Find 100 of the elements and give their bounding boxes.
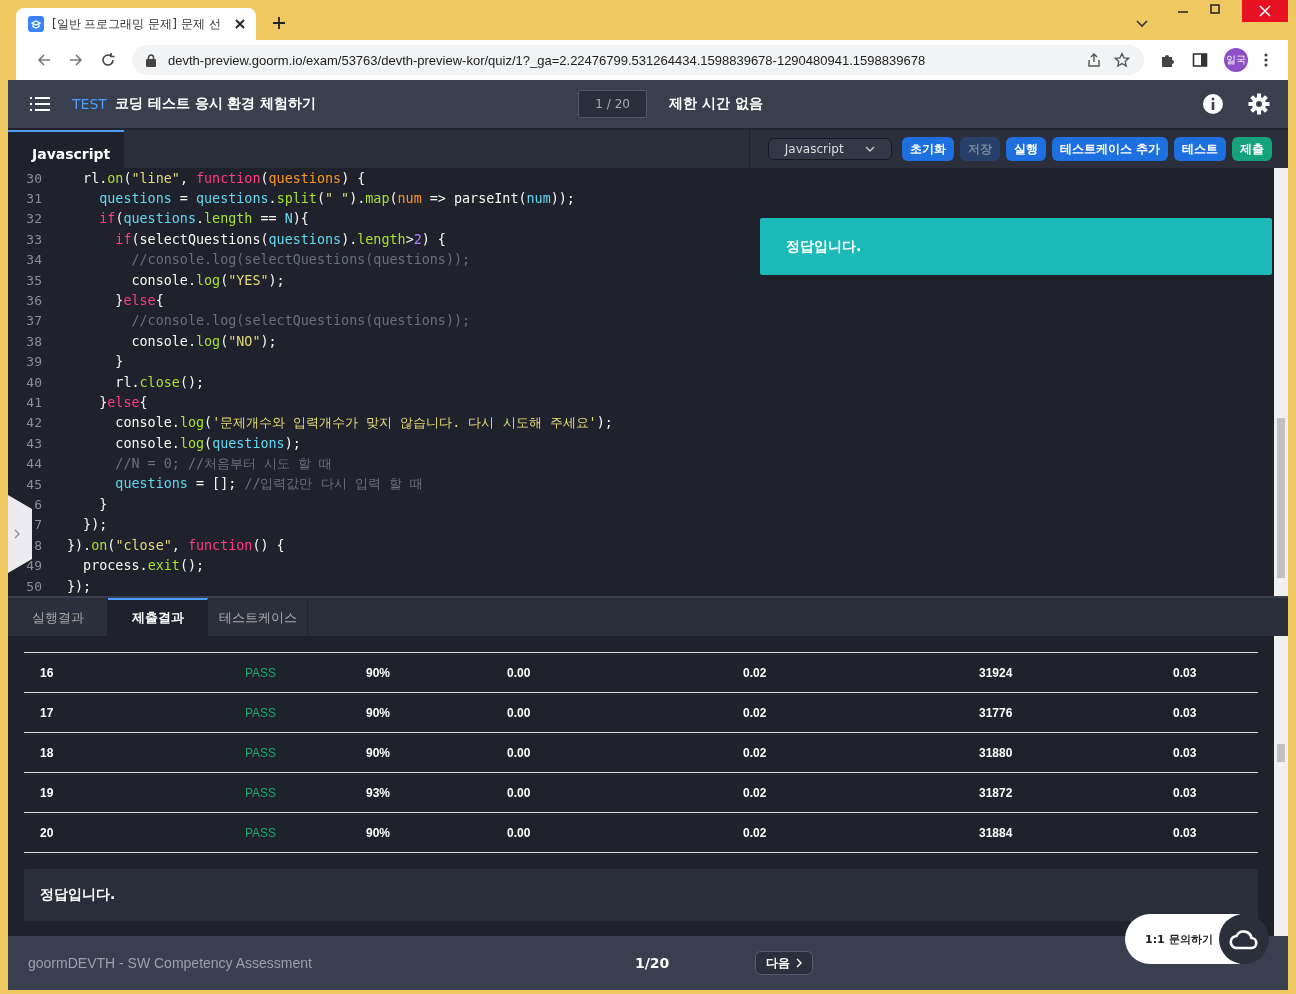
line-number: 50 bbox=[25, 578, 42, 594]
info-icon[interactable] bbox=[1202, 93, 1224, 115]
code-line: console.log("YES"); bbox=[130, 272, 285, 288]
chevron-down-icon[interactable] bbox=[1136, 20, 1148, 28]
code-line: }else{ bbox=[114, 293, 164, 309]
table-cell-text: 31880 bbox=[979, 745, 1014, 760]
code-line: //console.log(selectQuestions(questions)); bbox=[130, 252, 471, 268]
forward-icon[interactable] bbox=[68, 52, 84, 68]
table-cell-text: 93% bbox=[366, 785, 392, 800]
toolbar-button[interactable]: 제출 bbox=[1232, 137, 1272, 161]
menu-icon[interactable] bbox=[30, 96, 50, 112]
table-cell-text: 31884 bbox=[979, 825, 1014, 840]
favicon-icon bbox=[28, 16, 44, 32]
new-tab-icon[interactable] bbox=[272, 16, 286, 30]
table-cell-text: 90% bbox=[366, 665, 392, 680]
code-line: console.log("NO"); bbox=[130, 333, 277, 349]
code-line: rl.on("line", function(questions) { bbox=[82, 170, 366, 186]
next-button[interactable]: 다음 bbox=[755, 951, 813, 975]
table-cell-text: PASS bbox=[245, 745, 278, 760]
table-cell-text: PASS bbox=[245, 825, 278, 840]
table-cell-text: 0.02 bbox=[743, 745, 768, 760]
table-cell-text: 17 bbox=[40, 705, 55, 720]
table-cell-text: 0.03 bbox=[1173, 705, 1198, 720]
code-line: console.log(questions); bbox=[114, 435, 301, 451]
code-line: questions = []; //입력값만 다시 입력 할 때 bbox=[114, 475, 423, 494]
page-indicator: 1/20 bbox=[635, 955, 671, 971]
result-message: 정답입니다. bbox=[24, 869, 1258, 921]
code-line: if(questions.length == N){ bbox=[98, 211, 309, 227]
settings-icon[interactable] bbox=[1248, 93, 1270, 115]
line-number: 34 bbox=[25, 252, 42, 268]
code-line: }).on("close", function() { bbox=[67, 537, 285, 553]
line-number: 31 bbox=[25, 191, 42, 207]
back-icon[interactable] bbox=[36, 52, 52, 68]
toolbar-button[interactable]: 초기화 bbox=[901, 137, 954, 161]
table-cell-text: 0.02 bbox=[743, 785, 768, 800]
table-cell-text: 31776 bbox=[979, 705, 1014, 720]
table-cell-text: 18 bbox=[40, 745, 55, 760]
tab-title: [일반 프로그래밍 문제] 문제 선 bbox=[52, 15, 222, 33]
test-label: TEST bbox=[72, 96, 107, 112]
scrollbar[interactable] bbox=[1274, 168, 1288, 596]
line-number: 39 bbox=[25, 354, 42, 370]
close-icon[interactable] bbox=[234, 18, 246, 30]
code-line: rl.close(); bbox=[114, 374, 205, 390]
line-number: 7 bbox=[33, 517, 42, 533]
footer-brand: goormDEVTH - SW Competency Assessment bbox=[28, 955, 313, 971]
table-cell-text: PASS bbox=[245, 705, 278, 720]
line-number: 33 bbox=[25, 231, 42, 247]
code-line: } bbox=[114, 354, 124, 370]
table-cell-text: 0.00 bbox=[507, 785, 532, 800]
time-limit: 제한 시간 없음 bbox=[668, 95, 763, 113]
table-cell-text: 0.00 bbox=[507, 825, 532, 840]
maximize-icon[interactable] bbox=[1210, 4, 1220, 14]
toolbar-button[interactable]: 테스트 bbox=[1174, 137, 1226, 161]
table-cell-text: 31924 bbox=[979, 665, 1014, 680]
table-cell-text: 0.03 bbox=[1173, 745, 1198, 760]
table-cell-text: 90% bbox=[366, 745, 392, 760]
table-cell-text: 90% bbox=[366, 825, 392, 840]
code-line: questions = questions.split(" ").map(num => parseInt(num)); bbox=[98, 191, 575, 207]
more-icon[interactable] bbox=[1264, 52, 1268, 68]
line-number: 41 bbox=[25, 395, 42, 410]
line-number: 30 bbox=[25, 170, 42, 186]
table-cell-text: 20 bbox=[40, 825, 55, 840]
code-line: //console.log(selectQuestions(questions)); bbox=[130, 313, 471, 329]
line-number: 35 bbox=[25, 272, 42, 288]
line-number: 49 bbox=[25, 558, 42, 574]
result-tab[interactable]: 제출결과 bbox=[108, 598, 208, 636]
table-cell-text: 0.02 bbox=[743, 705, 768, 720]
table-cell-text: 0.00 bbox=[507, 665, 532, 680]
table-cell-text: 0.02 bbox=[743, 665, 768, 680]
code-line: //N = 0; //처음부터 시도 할 때 bbox=[114, 454, 333, 473]
line-number: 36 bbox=[25, 293, 42, 309]
table-cell-text: PASS bbox=[245, 785, 278, 800]
code-line: if(selectQuestions(questions).length>2) { bbox=[114, 231, 446, 247]
scrollbar[interactable] bbox=[1274, 636, 1288, 936]
line-number: 6 bbox=[33, 496, 42, 512]
reload-icon[interactable] bbox=[100, 52, 116, 68]
code-line: process.exit(); bbox=[82, 558, 205, 574]
lock-icon bbox=[146, 53, 156, 67]
file-tab[interactable]: Javascript bbox=[8, 130, 124, 168]
chevron-down-icon bbox=[864, 146, 875, 152]
address-field[interactable]: devth-preview.goorm.io/exam/53763/devth-preview-kor/quiz/1?_ga=2.22476799.531264434.1598839678-1290480941.1598839678 bbox=[132, 45, 1144, 75]
language-dropdown[interactable]: Javascript bbox=[767, 138, 892, 160]
toolbar-button[interactable]: 테스트케이스 추가 bbox=[1051, 137, 1168, 161]
table-cell-text: PASS bbox=[245, 665, 278, 680]
table-cell-text: 0.03 bbox=[1173, 785, 1198, 800]
profile-avatar[interactable]: 일국 bbox=[1224, 48, 1248, 72]
chevron-right-icon bbox=[796, 958, 802, 968]
line-number: 32 bbox=[25, 211, 42, 227]
line-number: 44 bbox=[25, 456, 42, 472]
chevron-right-icon bbox=[14, 529, 20, 539]
sidebar-icon[interactable] bbox=[1192, 52, 1208, 68]
star-icon[interactable] bbox=[1114, 52, 1130, 68]
browser-tab[interactable]: [일반 프로그래밍 문제] 문제 선 bbox=[16, 8, 256, 40]
line-number: 45 bbox=[25, 476, 42, 492]
table-cell-text: 0.03 bbox=[1173, 825, 1198, 840]
table-cell-text: 90% bbox=[366, 705, 392, 720]
toolbar-button[interactable]: 실행 bbox=[1005, 137, 1046, 161]
line-number: 37 bbox=[25, 313, 42, 329]
puzzle-icon[interactable] bbox=[1160, 52, 1176, 68]
share-icon[interactable] bbox=[1086, 52, 1102, 68]
